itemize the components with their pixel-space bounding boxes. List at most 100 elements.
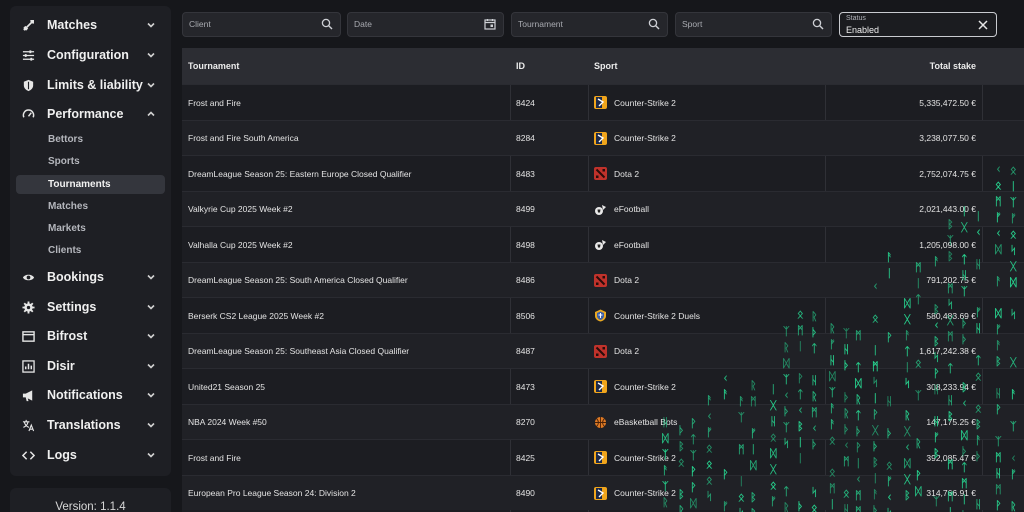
column-header-total-stake[interactable]: Total stake [825,48,982,84]
sidebar-item-label: Matches [47,18,98,32]
table-row[interactable]: DreamLeague Season 25: Southeast Asia Cl… [182,332,1024,369]
cell-id: 8486 [516,275,535,285]
sidebar-item-bifrost[interactable]: Bifrost [10,323,171,349]
cell-sport-label: Dota 2 [614,275,640,285]
search-icon [321,18,333,30]
sidebar-subitem-sports[interactable]: Sports [16,152,165,171]
cell-tournament: DreamLeague Season 25: Eastern Europe Cl… [188,168,412,179]
sidebar-item-label: Bifrost [47,329,88,343]
cell-total-stake: 308,233.94 € [926,381,976,392]
table-row[interactable]: United21 Season 25 8473 Counter-Strike 2 30… [182,368,1024,404]
cell-sport-label: Counter-Strike 2 [614,97,676,108]
swords-icon [21,18,35,32]
cell-sport: Counter-Strike 2 [594,440,822,475]
cell-sport: Counter-Strike 2 [594,476,822,511]
table-row[interactable]: NBA 2024 Week #50 8270 eBasketball Bots 147… [182,403,1024,440]
client-filter[interactable]: Client [182,12,341,37]
cell-id: 8487 [516,346,535,356]
sidebar-item-settings[interactable]: Settings [10,294,171,320]
column-header-tournament[interactable]: Tournament [182,48,510,84]
cs2-icon [594,131,607,145]
sidebar-item-performance[interactable]: Performance [10,101,171,127]
sidebar-subitem-clients[interactable]: Clients [16,241,165,260]
cell-sport-label: Counter-Strike 2 Duels [614,310,700,321]
cell-id: 8270 [516,417,535,427]
cell-tournament: DreamLeague Season 25: South America Clo… [188,275,408,285]
column-header-sport[interactable]: Sport [588,48,825,84]
cell-total-stake: 1,205,098.00 € [919,239,976,250]
table-row[interactable]: DreamLeague Season 25: South America Clo… [182,261,1024,298]
table-row[interactable]: DreamLeague Season 25: Eastern Europe Cl… [182,155,1024,191]
cell-tournament: Frost and Fire [188,452,241,463]
cell-total-stake: 2,752,074.75 € [919,168,976,179]
chevron-down-icon [147,82,155,88]
cell-sport: Dota 2 [594,334,822,369]
column-header-id[interactable]: ID [510,48,588,84]
search-icon [648,18,660,30]
chevron-down-icon [147,52,155,58]
tournament-filter-placeholder: Tournament [518,19,563,29]
cell-total-stake: 580,483.69 € [926,310,976,321]
cell-tournament: United21 Season 25 [188,381,266,392]
chevron-down-icon [147,392,155,398]
cell-total-stake: 5,335,472.50 € [919,97,976,108]
sidebar-item-bookings[interactable]: Bookings [10,264,171,290]
chart-icon [21,359,35,373]
sidebar-item-configuration[interactable]: Configuration [10,42,171,68]
table-row[interactable]: Frost and Fire 8424 Counter-Strike 2 5,335,… [182,84,1024,120]
cell-total-stake: 147,175.25 € [926,417,976,427]
table-row[interactable]: Frost and Fire South America 8284 Counter-… [182,119,1024,155]
table-header: Tournament ID Sport Total stake [182,48,1024,84]
search-icon [812,18,824,30]
sidebar-item-matches[interactable]: Matches [10,12,171,38]
sidebar-item-label: Disir [47,359,75,373]
sidebar-subitem-bettors[interactable]: Bettors [16,130,165,149]
cell-tournament: Frost and Fire [188,97,241,108]
sliders-icon [21,48,35,62]
sidebar-subitem-tournaments[interactable]: Tournaments [16,175,165,194]
dota2-icon [594,167,607,180]
cell-sport-label: eFootball [614,204,649,214]
cell-sport-label: Dota 2 [614,168,640,179]
cell-sport: eBasketball Bots [594,405,822,440]
sidebar-item-translations[interactable]: Translations [10,412,171,438]
calendar-icon [484,19,496,30]
cell-id: 8498 [516,239,535,250]
table-row[interactable]: Frost and Fire 8425 Counter-Strike 2 392,08… [182,439,1024,475]
bridge-icon [21,329,35,343]
status-filter-value: Enabled [846,25,880,35]
table-row[interactable]: Berserk CS2 League 2025 Week #2 8506 Count… [182,297,1024,333]
cell-total-stake: 392,085.47 € [926,452,976,463]
cell-sport-label: eFootball [614,239,649,250]
sidebar-subitem-markets[interactable]: Markets [16,219,165,238]
sidebar-item-limits[interactable]: Limits & liability [10,72,171,98]
code-icon [21,448,35,462]
cell-total-stake: 314,766.91 € [926,488,976,498]
cell-sport: Counter-Strike 2 Duels [594,298,822,333]
cell-sport: Counter-Strike 2 [594,85,822,120]
sidebar-item-label: Translations [47,418,121,432]
cell-sport: Dota 2 [594,263,822,298]
close-icon[interactable] [977,19,989,31]
date-filter[interactable]: Date [347,12,504,37]
dota2-icon [594,344,607,358]
version-label: Version: 1.1.4 [10,488,171,512]
sidebar: Matches Configuration Limits & liability… [10,6,171,476]
table-row[interactable]: European Pro League Season 24: Division … [182,474,1024,511]
shield-icon [21,78,35,92]
cell-id: 8506 [516,310,535,321]
status-filter[interactable]: Status Enabled [839,12,997,37]
sidebar-item-logs[interactable]: Logs [10,442,171,468]
sidebar-item-notifications[interactable]: Notifications [10,382,171,408]
sport-filter[interactable]: Sport [675,12,832,37]
table-row[interactable]: Valkyrie Cup 2025 Week #2 8499 eFootball 2,… [182,190,1024,226]
sidebar-subitem-matches[interactable]: Matches [16,197,165,216]
cs2-icon [594,451,607,464]
tournament-filter[interactable]: Tournament [511,12,668,37]
cell-id: 8499 [516,204,535,214]
sidebar-item-disir[interactable]: Disir [10,353,171,379]
cs2-icon [594,96,607,109]
cell-tournament: DreamLeague Season 25: Southeast Asia Cl… [188,346,410,356]
table-row[interactable]: Valhalla Cup 2025 Week #2 8498 eFootball 1,… [182,226,1024,262]
cell-sport: Counter-Strike 2 [594,369,822,404]
